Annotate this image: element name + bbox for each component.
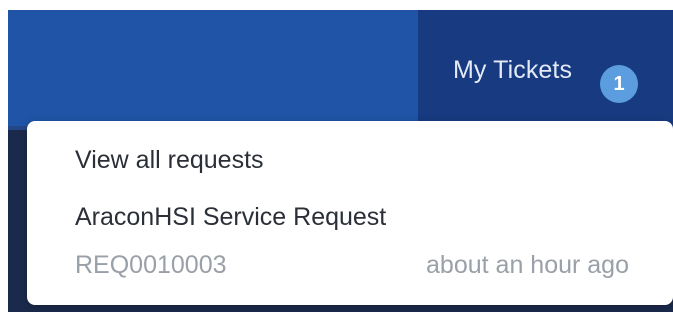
ticket-count-badge: 1	[600, 65, 638, 103]
request-time: about an hour ago	[426, 251, 629, 279]
request-number: REQ0010003	[75, 251, 227, 279]
request-title: AraconHSI Service Request	[75, 203, 387, 231]
my-tickets-dropdown: View all requests AraconHSI Service Requ…	[27, 121, 673, 305]
view-all-requests-link[interactable]: View all requests	[75, 146, 264, 175]
my-tickets-label: My Tickets	[453, 56, 573, 84]
request-list-item[interactable]: AraconHSI Service Request REQ0010003 abo…	[75, 199, 635, 279]
my-tickets-menu[interactable]: My Tickets 1	[418, 10, 673, 126]
page: My Tickets 1 View all requests AraconHSI…	[0, 0, 673, 312]
